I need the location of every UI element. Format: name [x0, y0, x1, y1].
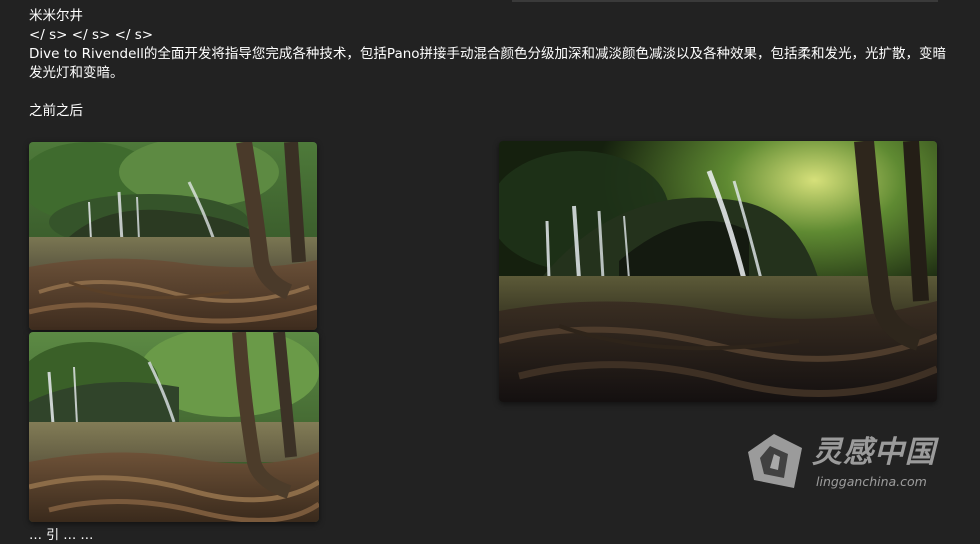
before-after-label: 之前之后: [29, 103, 83, 119]
before-image-bottom[interactable]: [29, 332, 319, 522]
article-description: Dive to Rivendell的全面开发将指导您完成各种技术，包括Pano拼…: [29, 46, 947, 81]
waterfall-photo-icon: [499, 141, 937, 402]
tags-line: </ s> </ s> </ s>: [29, 27, 154, 43]
top-divider: [512, 0, 938, 2]
lingganchina-logo-icon: [748, 434, 802, 488]
waterfall-photo-icon: [29, 142, 317, 330]
watermark: 灵感中国 lingganchina.com: [744, 430, 960, 494]
watermark-url: lingganchina.com: [816, 474, 927, 489]
waterfall-photo-icon: [29, 332, 319, 522]
truncated-text-line: … 引 … …: [29, 528, 94, 543]
before-image-top[interactable]: [29, 142, 317, 330]
article-text: 米米尔井 </ s> </ s> </ s> Dive to Rivendell…: [29, 7, 959, 121]
watermark-title: 灵感中国: [812, 435, 936, 470]
article-heading: 米米尔井: [29, 8, 83, 24]
after-image[interactable]: [499, 141, 937, 402]
